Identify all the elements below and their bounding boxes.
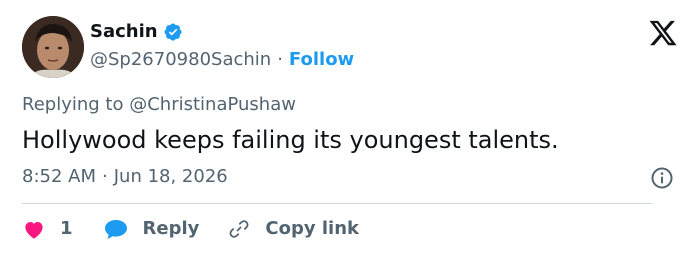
divider (22, 203, 652, 204)
reply-label: Reply (142, 218, 200, 239)
action-bar: 1 Reply Copy link (22, 215, 359, 243)
author-handle[interactable]: @Sp2670980Sachin (90, 48, 271, 72)
like-button[interactable]: 1 (22, 215, 73, 243)
avatar-image (22, 16, 84, 78)
tweet-card: Sachin @Sp2670980Sachin · Follow Replyin… (0, 0, 700, 256)
x-logo-icon[interactable] (648, 18, 678, 48)
tweet-timestamp[interactable]: 8:52 AM · Jun 18, 2026 (22, 165, 228, 189)
separator-dot: · (102, 166, 108, 187)
link-icon (229, 220, 249, 238)
follow-button[interactable]: Follow (289, 48, 354, 72)
author-name-row: Sachin (90, 20, 183, 44)
speech-bubble-icon (104, 220, 127, 239)
tweet-time: 8:52 AM (22, 166, 96, 187)
copy-link-button[interactable]: Copy link (227, 215, 359, 243)
avatar[interactable] (22, 16, 84, 78)
replying-mention[interactable]: @ChristinaPushaw (129, 94, 296, 115)
author-handle-row: @Sp2670980Sachin · Follow (90, 48, 354, 72)
separator-dot: · (277, 49, 283, 70)
like-count: 1 (60, 218, 73, 239)
verified-badge-icon (164, 23, 182, 41)
tweet-text: Hollywood keeps failing its youngest tal… (22, 126, 559, 154)
replying-prefix: Replying to (22, 94, 124, 115)
tweet-date: Jun 18, 2026 (113, 166, 228, 187)
info-icon[interactable] (650, 166, 674, 190)
replying-to: Replying to @ChristinaPushaw (22, 93, 296, 117)
heart-icon (25, 222, 43, 239)
author-name[interactable]: Sachin (90, 20, 158, 44)
reply-button[interactable]: Reply (103, 215, 200, 243)
copy-link-label: Copy link (265, 218, 359, 239)
